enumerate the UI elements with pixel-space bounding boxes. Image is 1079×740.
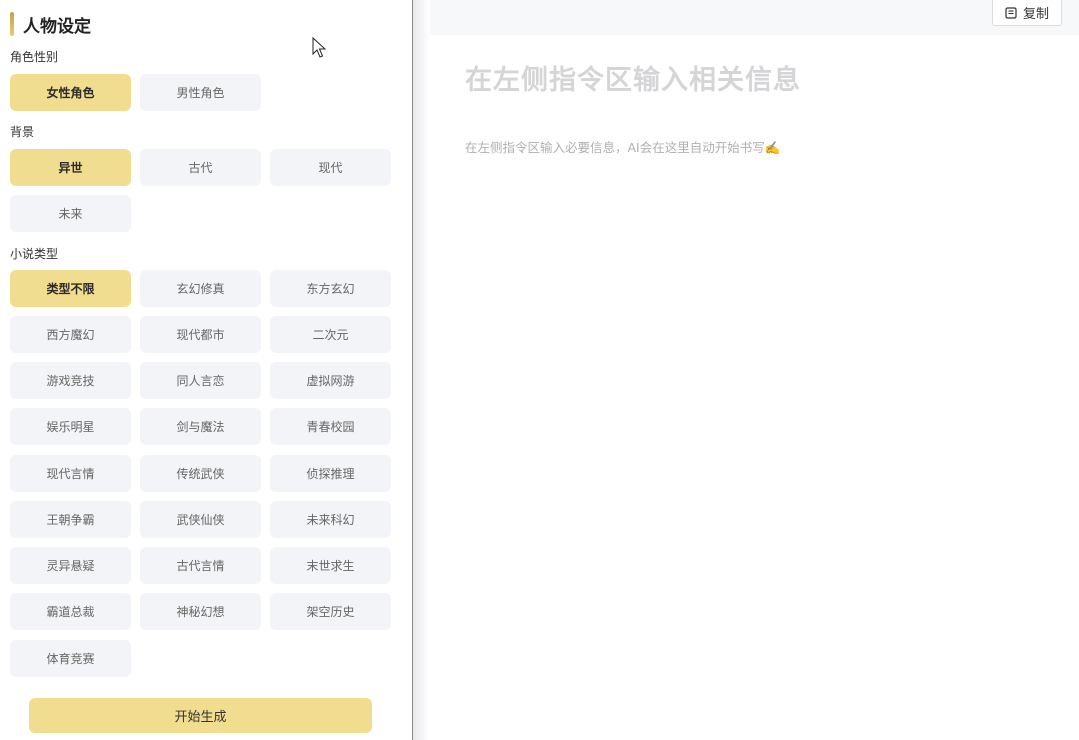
title-accent-bar — [10, 12, 14, 36]
chip-genre[interactable]: 玄幻修真 — [140, 270, 261, 307]
chip-genre[interactable]: 架空历史 — [270, 593, 391, 630]
chip-genre[interactable]: 现代言情 — [10, 455, 131, 492]
copy-button[interactable]: 复制 — [992, 0, 1062, 26]
chip-genre[interactable]: 王朝争霸 — [10, 501, 131, 538]
genre-section-label: 小说类型 — [10, 247, 59, 261]
output-title: 在左侧指令区输入相关信息 — [465, 65, 801, 96]
chip-genre[interactable]: 神秘幻想 — [140, 593, 261, 630]
chip-genre[interactable]: 游戏竞技 — [10, 362, 131, 399]
chip-genre[interactable]: 同人言恋 — [140, 362, 261, 399]
chip-future[interactable]: 未来 — [10, 195, 131, 232]
chip-genre[interactable]: 古代言情 — [140, 547, 261, 584]
chip-genre[interactable]: 武侠仙侠 — [140, 501, 261, 538]
chip-genre[interactable]: 剑与魔法 — [140, 408, 261, 445]
chip-genre[interactable]: 东方玄幻 — [270, 270, 391, 307]
mouse-cursor-icon — [312, 37, 327, 58]
chip-genre[interactable]: 二次元 — [270, 316, 391, 353]
panel-header: 人物设定 — [10, 11, 91, 37]
chip-ancient[interactable]: 古代 — [140, 149, 261, 186]
chip-female[interactable]: 女性角色 — [10, 74, 131, 111]
output-panel: 复制 在左侧指令区输入相关信息 在左侧指令区输入必要信息，AI会在这里自动开始书… — [413, 0, 1079, 740]
chip-genre[interactable]: 体育竞赛 — [10, 640, 131, 677]
chip-genre[interactable]: 未来科幻 — [270, 501, 391, 538]
chip-genre-any[interactable]: 类型不限 — [10, 270, 131, 307]
start-generate-button[interactable]: 开始生成 — [29, 698, 372, 733]
chip-male[interactable]: 男性角色 — [140, 74, 261, 111]
panel-title: 人物设定 — [23, 16, 91, 37]
chip-genre[interactable]: 传统武侠 — [140, 455, 261, 492]
settings-panel: 人物设定 角色性别 女性角色 男性角色 背景 异世 古代 现代 未来 小说类型 … — [0, 0, 413, 740]
chip-genre[interactable]: 青春校园 — [270, 408, 391, 445]
output-hint: 在左侧指令区输入必要信息，AI会在这里自动开始书写✍️ — [465, 140, 781, 155]
chip-genre[interactable]: 西方魔幻 — [10, 316, 131, 353]
copy-button-label: 复制 — [1022, 7, 1049, 22]
chip-genre[interactable]: 霸道总裁 — [10, 593, 131, 630]
copy-icon — [1005, 6, 1017, 19]
chip-genre[interactable]: 侦探推理 — [270, 455, 391, 492]
background-section-label: 背景 — [10, 125, 35, 139]
panel-divider-shadow — [413, 0, 430, 740]
chip-genre[interactable]: 灵异悬疑 — [10, 547, 131, 584]
gender-section-label: 角色性别 — [10, 50, 59, 64]
chip-genre[interactable]: 现代都市 — [140, 316, 261, 353]
chip-genre[interactable]: 虚拟网游 — [270, 362, 391, 399]
chip-modern[interactable]: 现代 — [270, 149, 391, 186]
chip-otherworld[interactable]: 异世 — [10, 149, 131, 186]
chip-genre[interactable]: 娱乐明星 — [10, 408, 131, 445]
chip-genre[interactable]: 末世求生 — [270, 547, 391, 584]
output-toolbar: 复制 — [430, 0, 1079, 35]
